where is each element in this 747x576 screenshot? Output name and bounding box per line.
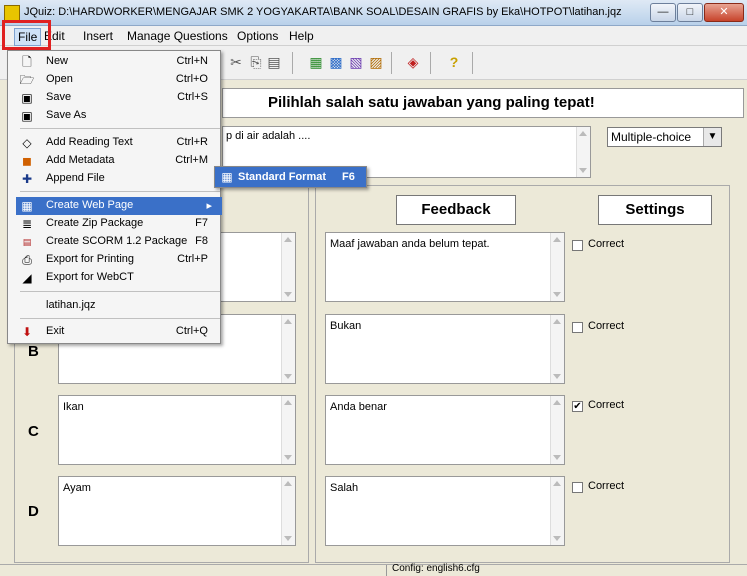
window-title: JQuiz: D:\HARDWORKER\MENGAJAR SMK 2 YOGY… (24, 6, 622, 18)
feedback-a-input[interactable]: Maaf jawaban anda belum tepat. (325, 232, 565, 302)
append-icon: ✚ (21, 172, 33, 186)
menu-item-create-web-page[interactable]: ▦ Create Web Page ▸ (16, 197, 222, 215)
toolbar-separator (292, 52, 293, 74)
menu-item-add-reading-text[interactable]: ◇ Add Reading Text Ctrl+R (16, 134, 222, 152)
menu-options[interactable]: Options (237, 29, 278, 43)
menu-separator (20, 128, 220, 129)
correct-a-label: Correct (588, 238, 625, 250)
submenu-arrow-icon: ▸ (206, 200, 212, 212)
status-bar (0, 564, 747, 576)
printer-icon: ⎙ (22, 253, 32, 267)
feedback-b-scrollbar[interactable] (550, 315, 564, 383)
menu-item-exit[interactable]: ⬇ Exit Ctrl+Q (16, 323, 222, 341)
open-icon: 🗁 (19, 73, 35, 87)
status-config: Config: english6.cfg (392, 563, 480, 574)
file-menu: 🗋 New Ctrl+N 🗁 Open Ctrl+O ▣ Save Ctrl+S… (7, 50, 222, 344)
submenu-shortcut: F6 (342, 171, 355, 183)
standard-format-icon: ▦ (221, 170, 233, 184)
feedback-c-input[interactable]: Anda benar (325, 395, 565, 465)
new-icon: 🗋 (22, 55, 32, 69)
help-icon[interactable]: ? (446, 54, 462, 70)
maximize-button[interactable]: □ (677, 3, 703, 22)
feedback-a-scrollbar[interactable] (550, 233, 564, 301)
menu-item-new[interactable]: 🗋 New Ctrl+N (16, 53, 222, 71)
menu-item-save[interactable]: ▣ Save Ctrl+S (16, 89, 222, 107)
title-bar: JQuiz: D:\HARDWORKER\MENGAJAR SMK 2 YOGY… (0, 0, 747, 26)
settings-header[interactable]: Settings (598, 195, 712, 225)
answer-b-scrollbar[interactable] (281, 315, 295, 383)
question-scrollbar[interactable] (576, 127, 590, 177)
question-text: p di air adalah .... (226, 130, 311, 142)
menu-item-add-metadata[interactable]: ◼ Add Metadata Ctrl+M (16, 152, 222, 170)
question-type-value: Multiple-choice (611, 130, 692, 144)
menu-item-export-webct[interactable]: ◢ Export for WebCT (16, 269, 222, 287)
minimize-button[interactable]: — (650, 3, 676, 22)
answer-d-input[interactable]: Ayam (58, 476, 296, 546)
correct-d-label: Correct (588, 480, 625, 492)
menu-separator (20, 318, 220, 319)
feedback-d-scrollbar[interactable] (550, 477, 564, 545)
correct-d-checkbox[interactable] (572, 482, 583, 493)
web-page-icon: ▦ (21, 199, 33, 213)
paste-icon[interactable]: ▤ (266, 54, 282, 70)
cut-icon[interactable]: ✂ (228, 54, 244, 70)
menu-separator (20, 291, 220, 292)
app-icon (4, 5, 20, 21)
menu-insert[interactable]: Insert (83, 29, 113, 43)
copy-icon[interactable]: ⎘ (248, 54, 264, 70)
menu-item-export-printing[interactable]: ⎙ Export for Printing Ctrl+P (16, 251, 222, 269)
feedback-c-scrollbar[interactable] (550, 396, 564, 464)
close-button[interactable]: ✕ (704, 3, 744, 22)
scorm-icon[interactable]: ▧ (348, 54, 364, 70)
save-as-icon: ▣ (21, 109, 33, 123)
answer-d-scrollbar[interactable] (281, 477, 295, 545)
menu-item-recent-file[interactable]: latihan.jqz (16, 297, 222, 315)
metadata-icon: ◼ (22, 154, 32, 168)
webct-icon: ◢ (22, 271, 32, 285)
status-separator (386, 565, 387, 576)
feedback-b-input[interactable]: Bukan (325, 314, 565, 384)
answer-c-scrollbar[interactable] (281, 396, 295, 464)
web-page-icon[interactable]: ▦ (308, 54, 324, 70)
menu-item-create-zip[interactable]: ≣ Create Zip Package F7 (16, 215, 222, 233)
menu-separator (20, 191, 220, 192)
answer-a-scrollbar[interactable] (281, 233, 295, 301)
reading-icon[interactable]: ▨ (368, 54, 384, 70)
menu-manage-questions[interactable]: Manage Questions (127, 29, 228, 43)
save-icon: ▣ (21, 91, 33, 105)
answer-b-letter: B (28, 343, 39, 360)
toolbar-separator (472, 52, 473, 74)
highlight-box (2, 20, 51, 50)
reading-icon: ◇ (22, 136, 32, 150)
menu-item-append-file[interactable]: ✚ Append File (16, 170, 222, 188)
answer-d-letter: D (28, 503, 39, 520)
feedback-d-input[interactable]: Salah (325, 476, 565, 546)
correct-a-checkbox[interactable] (572, 240, 583, 251)
instruction-text: Pilihlah salah satu jawaban yang paling … (268, 94, 595, 111)
scorm-icon: ▤ (22, 237, 32, 247)
zip-icon: ≣ (21, 217, 33, 231)
submenu-item-standard-format[interactable]: Standard Format (238, 171, 326, 183)
menu-help[interactable]: Help (289, 29, 314, 43)
feedback-header[interactable]: Feedback (396, 195, 516, 225)
chevron-down-icon[interactable]: ▼ (703, 128, 721, 146)
config-icon[interactable]: ◈ (405, 54, 421, 70)
menu-bar: File Edit Insert Manage Questions Option… (0, 26, 747, 46)
correct-c-label: Correct (588, 399, 625, 411)
correct-c-checkbox[interactable]: ✔ (572, 401, 583, 412)
menu-item-open[interactable]: 🗁 Open Ctrl+O (16, 71, 222, 89)
answer-c-letter: C (28, 423, 39, 440)
exit-icon: ⬇ (21, 325, 33, 339)
correct-b-checkbox[interactable] (572, 322, 583, 333)
correct-b-label: Correct (588, 320, 625, 332)
answer-c-input[interactable]: Ikan (58, 395, 296, 465)
menu-item-save-as[interactable]: ▣ Save As (16, 107, 222, 125)
toolbar-separator (391, 52, 392, 74)
zip-icon[interactable]: ▩ (328, 54, 344, 70)
menu-item-create-scorm[interactable]: ▤ Create SCORM 1.2 Package F8 (16, 233, 222, 251)
toolbar-separator (430, 52, 431, 74)
